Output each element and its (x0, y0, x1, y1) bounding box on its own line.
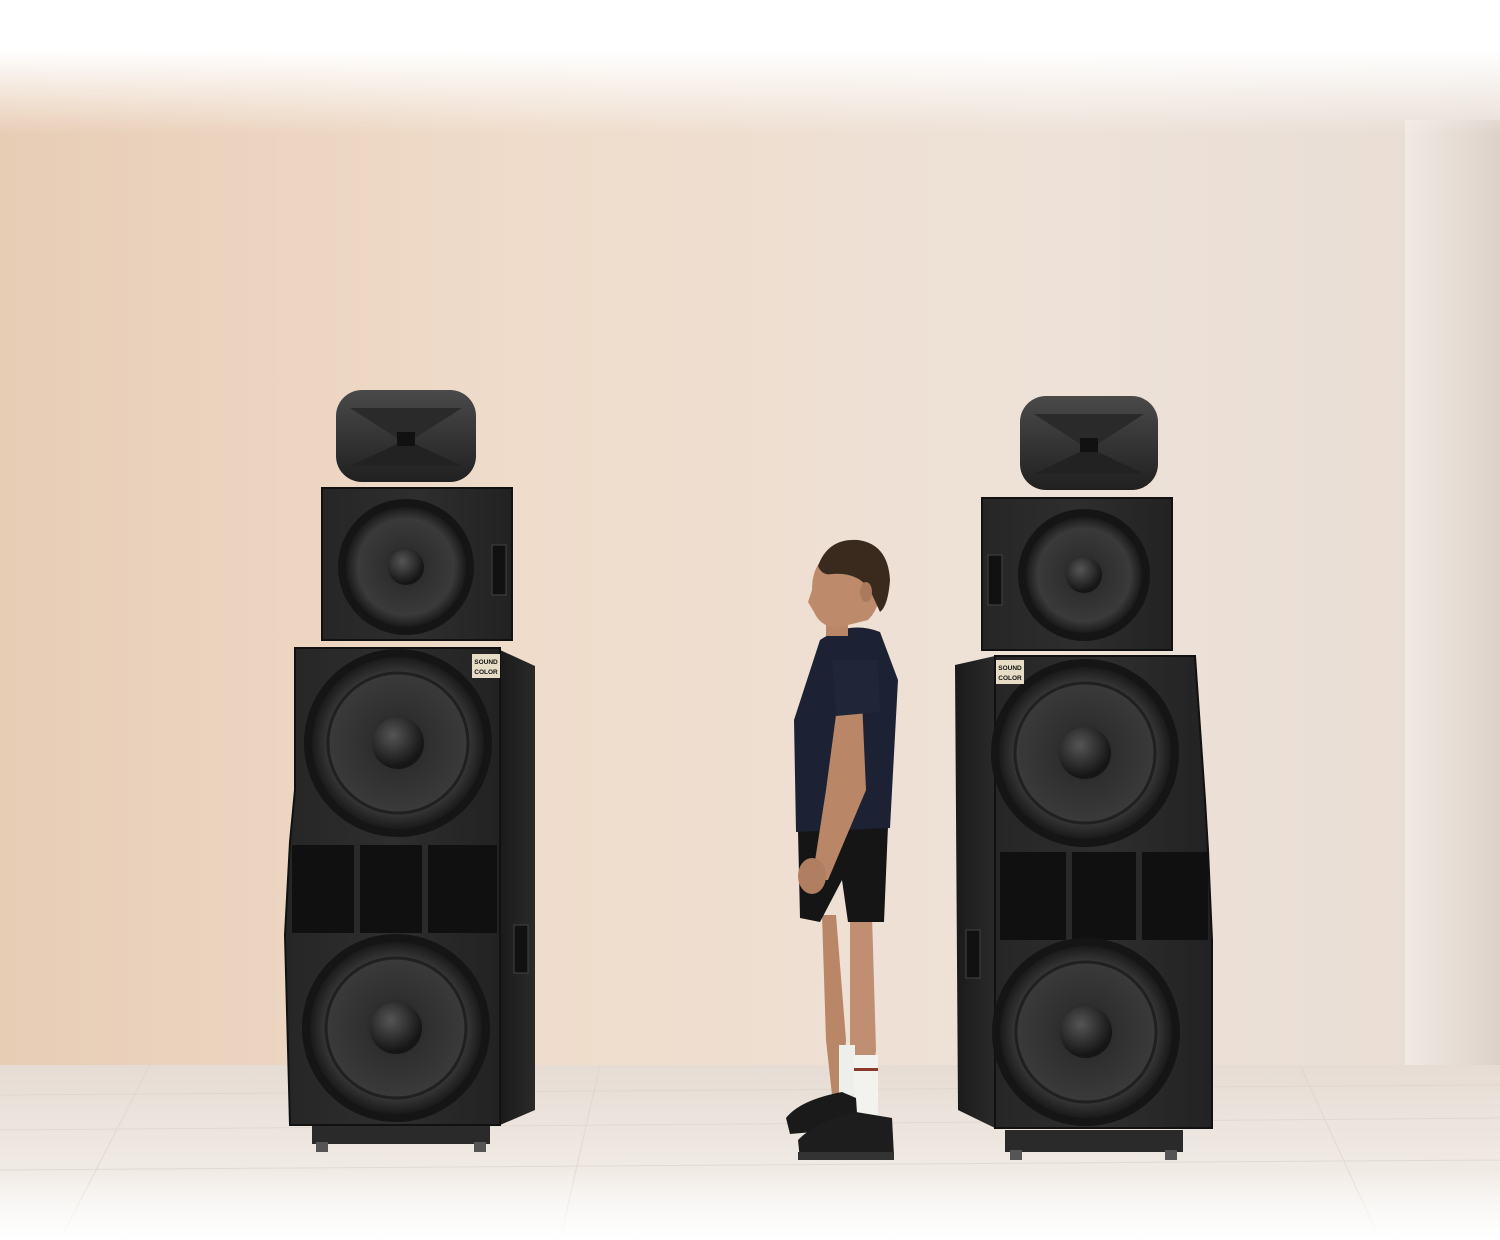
left-upper-woofer (304, 649, 492, 837)
photo-scene: SOUND COLOR SOUND COLOR (0, 0, 1500, 1240)
right-badge-line1: SOUND (998, 665, 1022, 672)
top-fade-overlay (0, 0, 1500, 420)
right-lower-woofer (992, 938, 1180, 1126)
left-badge-line1: SOUND (474, 659, 498, 666)
bottom-fade-overlay (0, 1170, 1500, 1240)
right-brand-badge: SOUND COLOR (996, 660, 1024, 684)
left-mid-driver (338, 499, 474, 635)
left-badge-line2: COLOR (474, 669, 498, 676)
speaker-photo: SOUND COLOR SOUND COLOR (0, 0, 1500, 1240)
left-brand-badge: SOUND COLOR (472, 654, 500, 678)
right-mid-driver (1018, 509, 1150, 641)
right-upper-woofer (991, 659, 1179, 847)
left-lower-woofer (302, 934, 490, 1122)
right-badge-line2: COLOR (998, 675, 1022, 682)
speaker-left: SOUND COLOR (283, 390, 535, 1152)
